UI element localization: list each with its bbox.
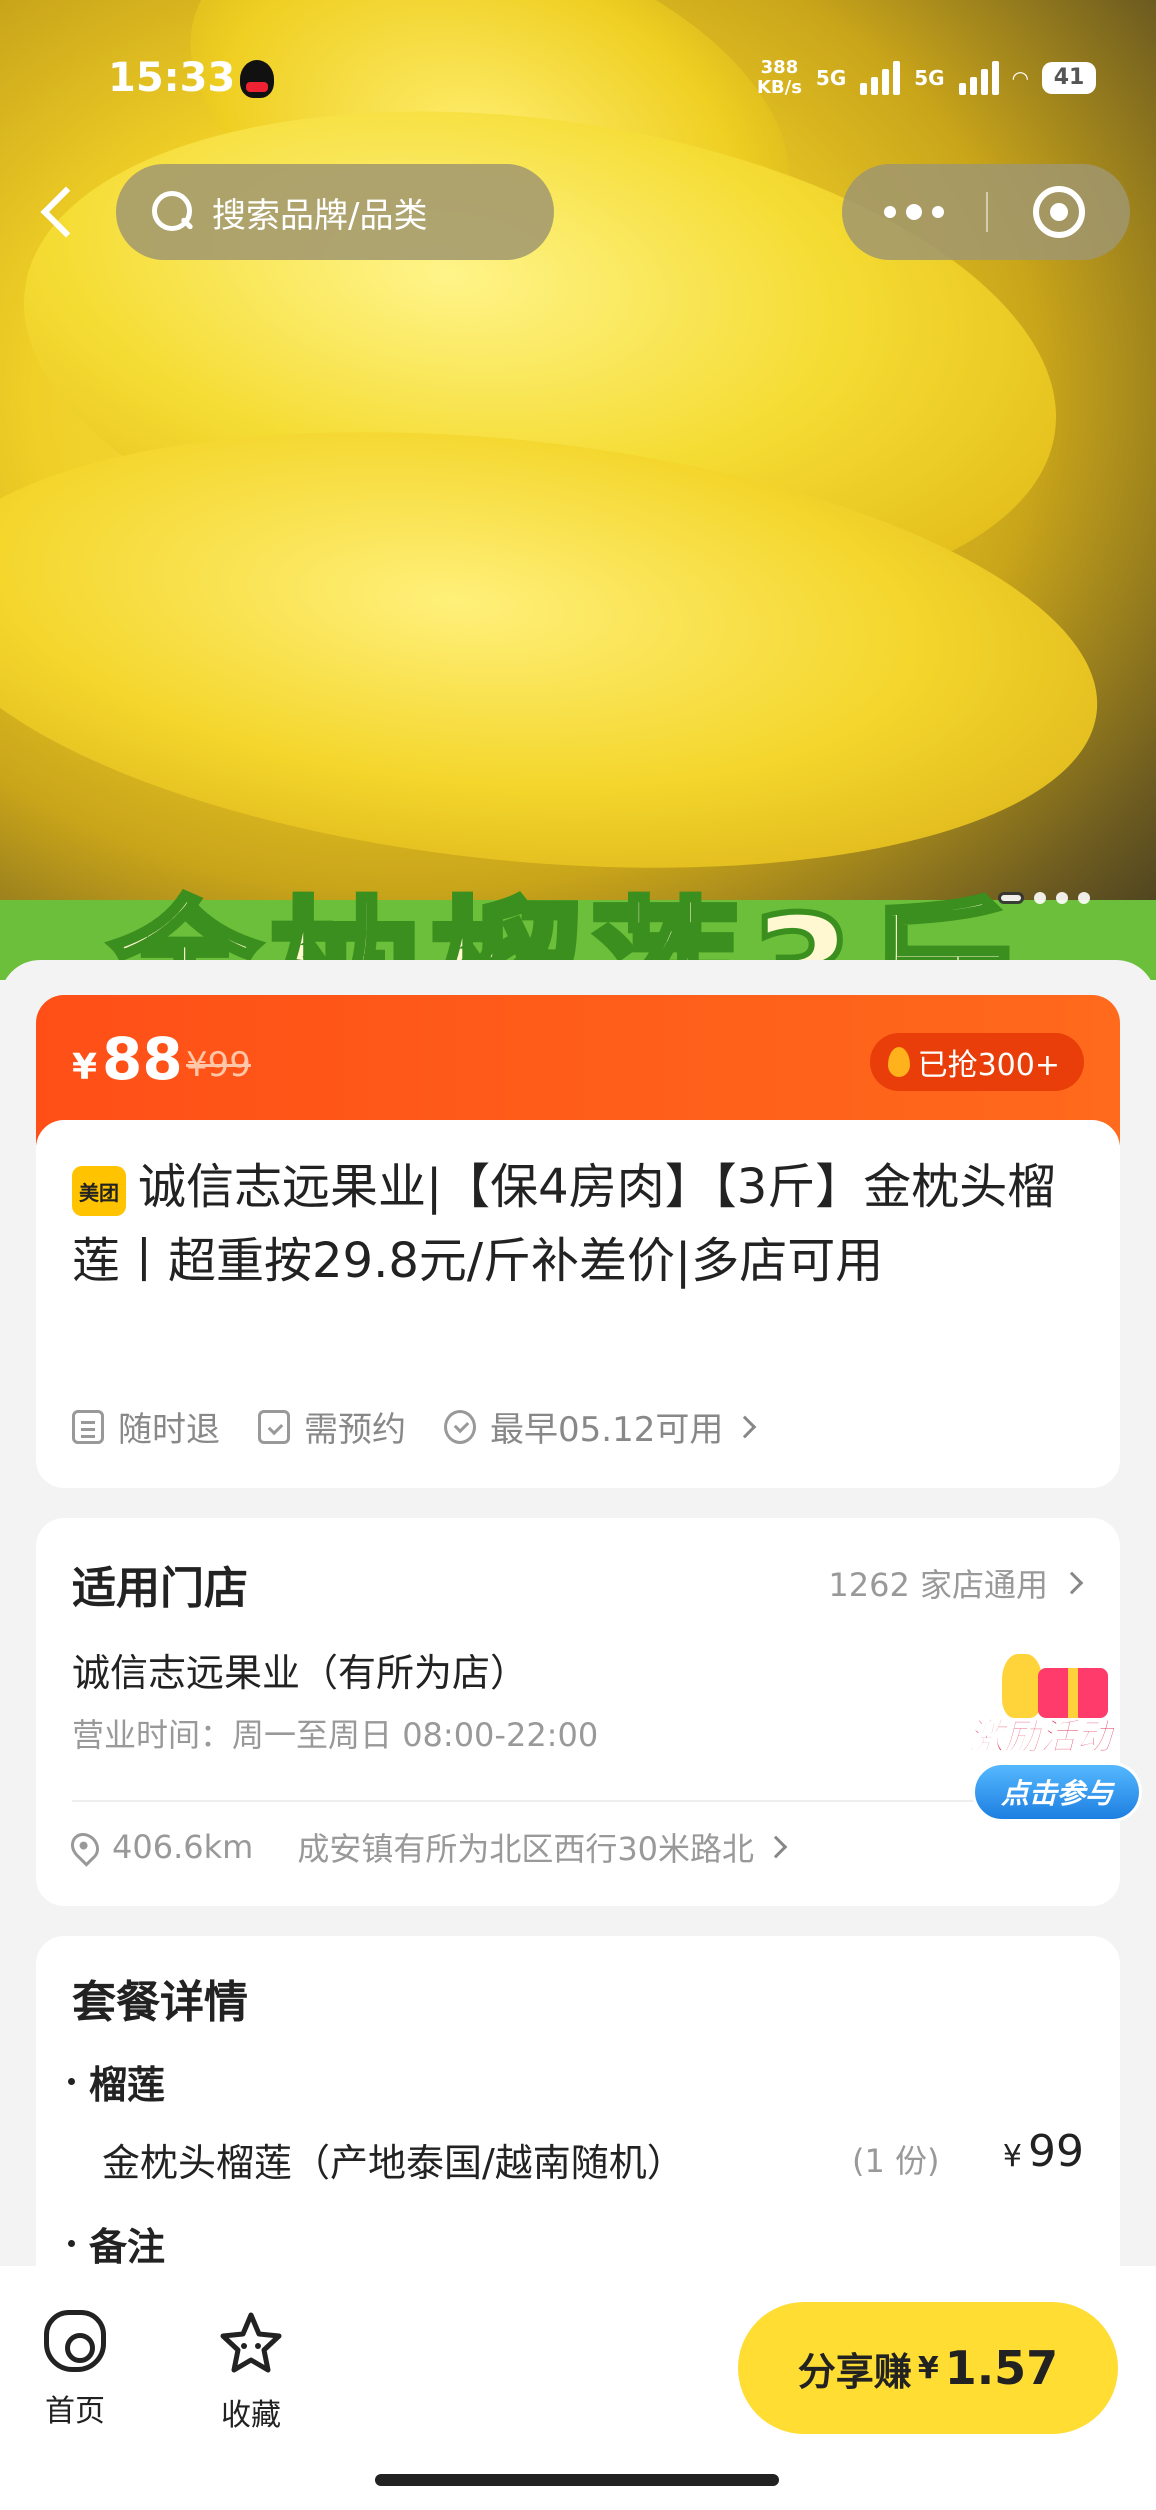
signal-type: 5G (815, 66, 847, 90)
share-earn-button[interactable]: 分享赚 ¥ 1.57 (738, 2302, 1118, 2434)
chevron-right-icon (734, 1415, 757, 1438)
store-distance: 406.6km (112, 1828, 254, 1866)
check-circle-icon (444, 1409, 476, 1444)
search-bar[interactable]: 搜索品牌/品类 (116, 164, 554, 260)
join-activity-button[interactable]: 点击参与 (972, 1762, 1142, 1822)
tag-refund: 随时退 (72, 1402, 220, 1451)
search-icon (152, 191, 194, 233)
bullet-icon (68, 2240, 75, 2247)
package-section-title: 套餐详情 (72, 1977, 248, 2028)
status-indicators: 388 KB/s 5G 5G ◠ 41 (757, 58, 1096, 98)
price-currency: ¥ (72, 1047, 98, 1088)
search-placeholder: 搜索品牌/品类 (212, 195, 428, 236)
home-indicator (375, 2474, 779, 2486)
signal-type: 5G (914, 66, 945, 90)
chevron-right-icon (1060, 1571, 1084, 1595)
carousel-indicator (998, 892, 1090, 904)
package-group: 榴莲 (68, 2054, 165, 2109)
product-title: 诚信志远果业|【保4房肉】【3斤】金枕头榴莲丨超重按29.8元/斤补差价|多店可… (72, 1159, 1056, 1289)
document-icon (72, 1409, 104, 1444)
wifi-icon: ◠ (1012, 66, 1028, 90)
store-name[interactable]: 诚信志远果业（有所为店） (72, 1642, 528, 1697)
stores-section-title: 适用门店 (72, 1563, 248, 1614)
store-address-link[interactable]: 406.6km 成安镇有所为北区西行30米路北 (65, 1824, 788, 1870)
status-time: 15:33 (108, 55, 236, 101)
miniapp-capsule (842, 164, 1130, 260)
carousel-dot (1078, 892, 1090, 904)
qq-notification-icon (240, 60, 274, 98)
chevron-right-icon (764, 1835, 788, 1859)
star-icon (218, 2310, 284, 2376)
network-speed: 388 KB/s (756, 57, 802, 98)
product-title-card: 诚信志远果业|【保4房肉】【3斤】金枕头榴莲丨超重按29.8元/斤补差价|多店可… (36, 1120, 1120, 1488)
package-item-name: 金枕头榴莲（产地泰国/越南随机） (102, 2141, 685, 2185)
sold-count-text: 已抢300+ (917, 1048, 1060, 1083)
favorite-tab[interactable]: 收藏 (218, 2310, 284, 2434)
sold-count-badge: 已抢300+ (869, 1033, 1084, 1091)
more-icon[interactable] (842, 164, 986, 260)
carousel-dot (1034, 892, 1046, 904)
current-price: 88 (102, 1025, 183, 1093)
meituan-logo: 美团 (72, 1166, 126, 1216)
promo-title: 激励活动 (967, 1717, 1113, 1759)
package-group: 备注 (68, 2216, 165, 2266)
carousel-dot (1056, 892, 1068, 904)
signal-bars-icon (860, 61, 901, 95)
back-button[interactable] (30, 180, 80, 240)
tag-earliest-date: 最早05.12可用 (444, 1402, 757, 1451)
carousel-dot-active (998, 892, 1024, 904)
package-item-price: ¥ 99 (1002, 2126, 1084, 2177)
package-item-qty: (1 份) (852, 2142, 940, 2180)
flame-icon (887, 1047, 910, 1077)
location-pin-icon (65, 1827, 105, 1867)
tag-reservation: 需预约 (258, 1402, 406, 1451)
original-price: ¥99 (186, 1045, 251, 1085)
home-tab[interactable]: 首页 (44, 2310, 106, 2430)
divider (72, 1800, 1084, 1802)
incentive-activity-widget[interactable]: 激励活动 点击参与 (962, 1640, 1152, 1840)
home-icon (44, 2310, 106, 2372)
product-hero-image[interactable]: 金枕榴莲3斤 (0, 0, 1156, 980)
store-hours: 营业时间：周一至周日 08:00-22:00 (72, 1716, 599, 1754)
close-miniapp-icon[interactable] (988, 164, 1130, 260)
package-details-card: 套餐详情 榴莲 金枕头榴莲（产地泰国/越南随机） (1 份) ¥ 99 备注 (36, 1936, 1120, 2266)
signal-bars-icon (958, 61, 999, 95)
service-tags[interactable]: 随时退 需预约 最早05.12可用 (72, 1402, 757, 1451)
store-address: 成安镇有所为北区西行30米路北 (297, 1830, 755, 1868)
battery-icon: 41 (1042, 62, 1096, 94)
applicable-stores-card: 适用门店 1262 家店通用 诚信志远果业（有所为店） 营业时间：周一至周日 0… (36, 1518, 1120, 1906)
bullet-icon (68, 2078, 75, 2085)
all-stores-link[interactable]: 1262 家店通用 (828, 1560, 1084, 1606)
calendar-check-icon (258, 1409, 290, 1444)
